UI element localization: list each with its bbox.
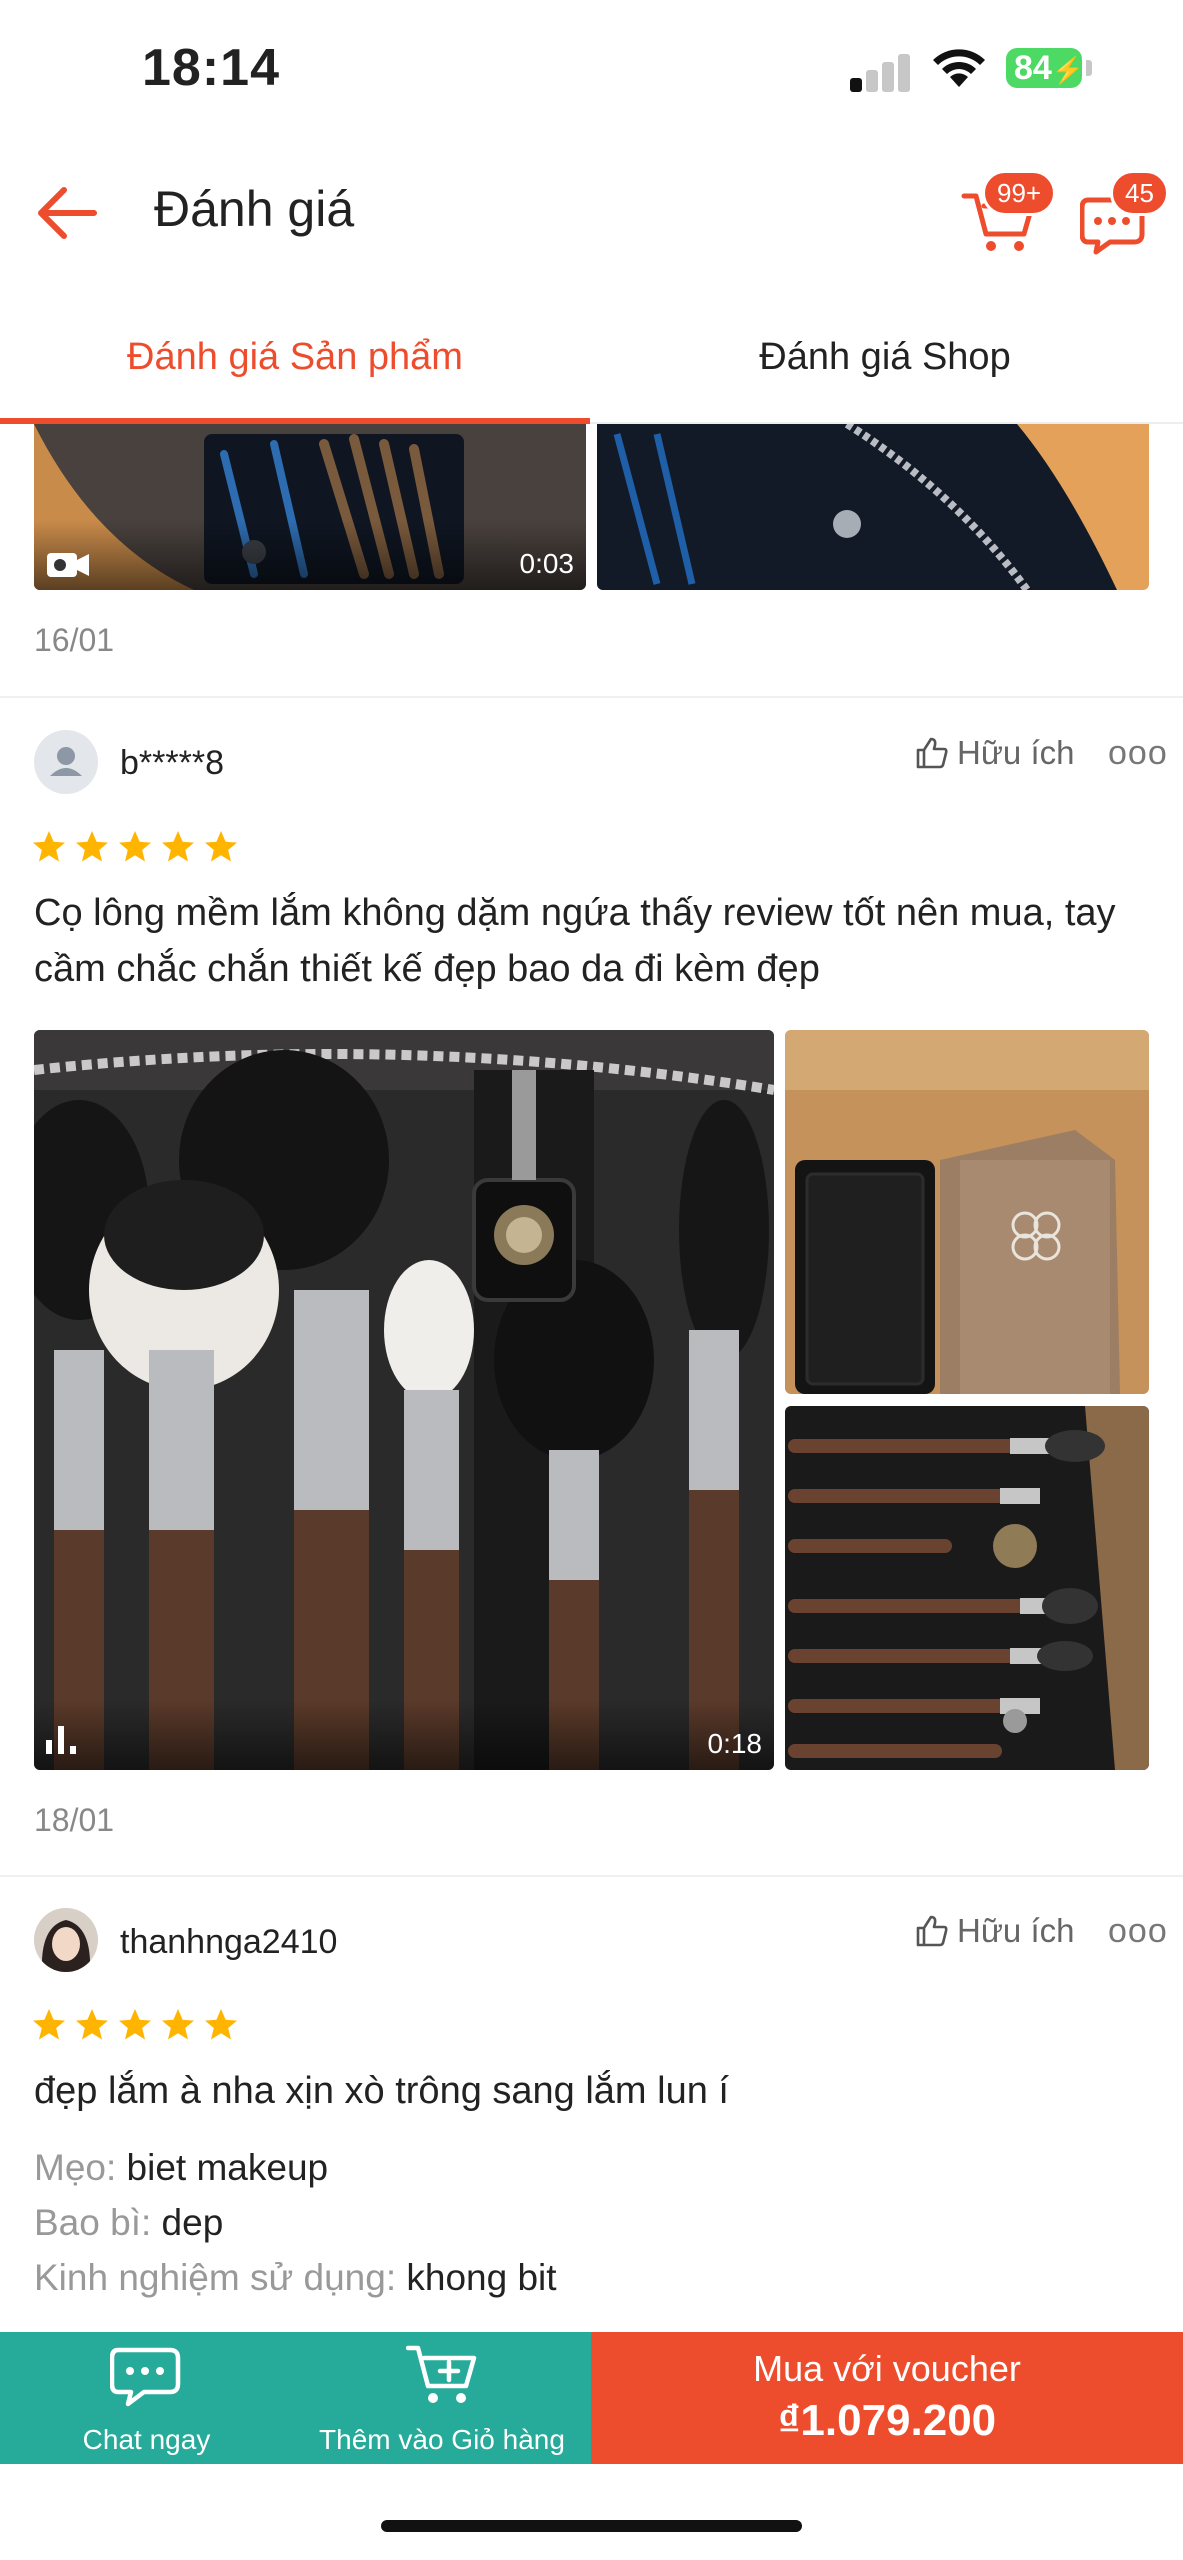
username: thanhnga2410 bbox=[120, 1923, 338, 1961]
star-icon bbox=[162, 831, 194, 862]
cart-badge: 99+ bbox=[982, 170, 1057, 216]
attribute-key: Kinh nghiệm sử dụng: bbox=[34, 2257, 397, 2298]
video-overlay bbox=[34, 1700, 774, 1770]
review-attribute: Mẹo: biet makeup bbox=[34, 2147, 328, 2189]
video-duration: 0:03 bbox=[519, 548, 575, 579]
battery-icon: 84⚡ bbox=[1006, 48, 1084, 88]
video-duration: 0:18 bbox=[707, 1728, 763, 1759]
review-text: Cọ lông mềm lắm không dặm ngứa thấy revi… bbox=[34, 892, 1116, 990]
user-photo-avatar bbox=[34, 1908, 98, 1972]
star-icon bbox=[162, 2009, 194, 2040]
brush-set-video-thumbnail bbox=[34, 1030, 774, 1770]
more-options-icon[interactable]: ooo bbox=[1108, 734, 1168, 773]
helpful-label: Hữu ích bbox=[957, 734, 1075, 771]
tab-product-reviews-label: Đánh giá Sản phẩm bbox=[127, 335, 463, 378]
chat-button[interactable]: 45 bbox=[1080, 170, 1170, 255]
review-divider bbox=[0, 1875, 1183, 1877]
helpful-button[interactable]: Hữu ích bbox=[915, 1912, 1074, 1950]
chat-bubble-icon bbox=[110, 2347, 181, 2407]
chat-badge: 45 bbox=[1110, 170, 1169, 216]
review-text: đẹp lắm à nha xịn xò trông sang lắm lun … bbox=[34, 2070, 729, 2112]
avatar bbox=[34, 1908, 98, 1972]
more-options-icon[interactable]: ooo bbox=[1108, 1912, 1168, 1951]
default-user-icon bbox=[50, 747, 82, 776]
tab-product-reviews[interactable]: Đánh giá Sản phẩm bbox=[0, 292, 590, 424]
star-icon bbox=[76, 831, 108, 862]
brush-roll-photo bbox=[785, 1406, 1149, 1770]
status-bar: 18:14 84⚡ bbox=[0, 0, 1183, 140]
star-icon bbox=[205, 2009, 237, 2040]
brush-case-photo bbox=[597, 424, 1149, 590]
thumbs-up-icon bbox=[916, 1915, 948, 1947]
price: ₫1.079.200 bbox=[777, 2396, 997, 2445]
cart-button[interactable]: 99+ bbox=[960, 170, 1057, 251]
review-photo[interactable] bbox=[785, 1406, 1149, 1770]
buy-with-voucher-button[interactable]: Mua với voucher ₫1.079.200 bbox=[591, 2332, 1183, 2464]
video-camera-icon bbox=[47, 553, 89, 577]
prev-review-date: 16/01 bbox=[34, 622, 115, 658]
volume-bars-icon bbox=[46, 1726, 76, 1754]
attribute-key: Mẹo: bbox=[34, 2147, 117, 2188]
status-time: 18:14 bbox=[142, 39, 280, 97]
battery-tip bbox=[1086, 60, 1092, 76]
star-rating bbox=[32, 830, 238, 864]
review-date: 18/01 bbox=[34, 1802, 115, 1838]
brush-box-photo bbox=[785, 1030, 1149, 1394]
review-attribute: Bao bì: dep bbox=[34, 2202, 223, 2244]
page-title: Đánh giá bbox=[154, 181, 355, 237]
star-icon bbox=[33, 2009, 65, 2040]
attribute-value: khong bit bbox=[406, 2257, 557, 2298]
helpful-button[interactable]: Hữu ích bbox=[915, 734, 1074, 772]
prev-review-photo[interactable] bbox=[597, 424, 1149, 590]
star-icon bbox=[205, 831, 237, 862]
attribute-value: dep bbox=[161, 2202, 224, 2243]
buy-with-voucher-label: Mua với voucher bbox=[753, 2348, 1021, 2389]
chat-now-label: Chat ngay bbox=[82, 2424, 211, 2455]
avatar bbox=[34, 730, 98, 794]
chat-now-button[interactable]: Chat ngay bbox=[0, 2332, 293, 2464]
back-arrow-icon[interactable] bbox=[34, 180, 100, 246]
battery-level: 84 bbox=[1014, 49, 1052, 87]
review-attribute: Kinh nghiệm sử dụng: khong bit bbox=[34, 2257, 557, 2299]
star-rating bbox=[32, 2008, 238, 2042]
add-to-cart-button[interactable]: Thêm vào Giỏ hàng bbox=[293, 2332, 591, 2464]
star-icon bbox=[76, 2009, 108, 2040]
review-photo[interactable] bbox=[785, 1030, 1149, 1394]
thumbs-up-icon bbox=[916, 737, 948, 769]
helpful-label: Hữu ích bbox=[957, 1912, 1075, 1949]
review-tabs: Đánh giá Sản phẩm Đánh giá Shop bbox=[0, 292, 1183, 424]
tab-shop-reviews-label: Đánh giá Shop bbox=[759, 335, 1011, 378]
attribute-key: Bao bì: bbox=[34, 2202, 152, 2243]
star-icon bbox=[33, 831, 65, 862]
home-indicator bbox=[381, 2520, 802, 2532]
video-overlay bbox=[34, 520, 586, 590]
star-icon bbox=[119, 2009, 151, 2040]
review-divider bbox=[0, 696, 1183, 698]
prev-review-video[interactable]: 0:03 bbox=[34, 424, 586, 590]
app-header: Đánh giá 99+ 45 bbox=[0, 140, 1183, 275]
attribute-value: biet makeup bbox=[126, 2147, 329, 2188]
tab-shop-reviews[interactable]: Đánh giá Shop bbox=[590, 292, 1180, 422]
username: b*****8 bbox=[120, 744, 224, 782]
star-icon bbox=[119, 831, 151, 862]
add-to-cart-icon bbox=[406, 2345, 477, 2403]
add-to-cart-label: Thêm vào Giỏ hàng bbox=[319, 2424, 565, 2455]
signal-icon bbox=[850, 52, 910, 92]
bottom-action-bar: Chat ngay Thêm vào Giỏ hàng Mua với vouc… bbox=[0, 2332, 1183, 2464]
wifi-icon bbox=[933, 49, 985, 87]
review-video[interactable]: 0:18 bbox=[34, 1030, 774, 1770]
